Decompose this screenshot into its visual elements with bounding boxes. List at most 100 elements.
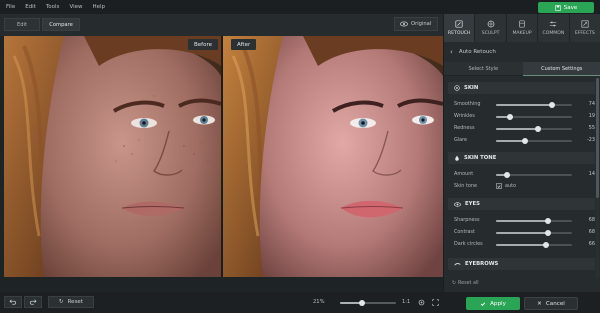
amount-track[interactable]	[496, 172, 572, 178]
redness-track[interactable]	[496, 126, 572, 132]
ratio-button[interactable]: 1:1	[402, 299, 410, 305]
auto-checkbox[interactable]: auto	[496, 183, 516, 189]
tab-sculpt[interactable]: SCULPT	[475, 14, 507, 42]
menu-edit[interactable]: Edit	[25, 4, 36, 10]
smoothing-label: Smoothing	[454, 101, 481, 107]
dark-circles-value: 66	[588, 241, 595, 247]
before-label: Before	[188, 39, 218, 50]
smoothing-knob[interactable]	[549, 102, 556, 108]
back-row[interactable]: ‹ Auto Retouch	[444, 46, 600, 58]
redness-fill	[496, 128, 538, 130]
reset-label: Reset	[67, 299, 83, 305]
tab-effects[interactable]: EFFECTS	[569, 14, 600, 42]
zoom-slider-knob[interactable]	[359, 300, 366, 306]
dark-circles-track[interactable]	[496, 242, 572, 248]
amount-value: 14	[588, 171, 595, 177]
effects-icon	[581, 20, 589, 28]
tab-edit[interactable]: Edit	[4, 18, 40, 31]
section-eyebrows[interactable]: EYEBROWS	[448, 258, 595, 270]
reset-icon: ↻	[59, 299, 64, 305]
section-eyes[interactable]: EYES	[448, 198, 595, 210]
dark-circles-fill	[496, 244, 547, 246]
apply-button[interactable]: Apply	[466, 297, 520, 310]
redness-label: Redness	[454, 125, 475, 131]
glare-slider[interactable]: Glare -23	[454, 136, 595, 145]
amount-slider[interactable]: Amount 14	[454, 170, 595, 179]
save-button[interactable]: Save	[538, 2, 594, 13]
redness-knob[interactable]	[534, 126, 541, 132]
amount-knob[interactable]	[503, 172, 510, 178]
undo-button[interactable]	[4, 296, 22, 308]
redness-value: 55	[588, 125, 595, 131]
chevron-left-icon[interactable]: ‹	[450, 48, 453, 56]
dark-circles-knob[interactable]	[543, 242, 550, 248]
tab-common[interactable]: COMMON	[538, 14, 570, 42]
panel-scrollbar[interactable]	[596, 78, 599, 278]
redness-slider[interactable]: Redness 55	[454, 124, 595, 133]
wrinkles-knob[interactable]	[507, 114, 514, 120]
tab-custom-settings[interactable]: Custom Settings	[522, 62, 600, 76]
section-eyebrows-title: EYEBROWS	[465, 261, 499, 267]
smoothing-value: 74	[588, 101, 595, 107]
tab-effects-label: EFFECTS	[574, 31, 595, 36]
menu-view[interactable]: View	[69, 4, 82, 10]
makeup-icon	[519, 20, 525, 28]
wrinkles-track[interactable]	[496, 114, 572, 120]
fit-screen-icon[interactable]	[432, 299, 439, 306]
sharpness-knob[interactable]	[544, 218, 551, 224]
panel-title: Auto Retouch	[458, 49, 496, 55]
retouch-icon	[455, 20, 463, 28]
eye-icon	[400, 21, 408, 27]
zoom-percent: 21%	[313, 299, 325, 305]
tab-compare[interactable]: Compare	[42, 18, 80, 31]
tab-select-style[interactable]: Select Style	[444, 62, 523, 76]
redo-icon	[30, 299, 37, 305]
wrinkles-value: 19	[588, 113, 595, 119]
tab-retouch[interactable]: RETOUCH	[444, 14, 476, 42]
section-skin-title: SKIN	[464, 85, 479, 91]
glare-knob[interactable]	[521, 138, 528, 144]
glare-track[interactable]	[496, 138, 572, 144]
menu-file[interactable]: File	[6, 4, 15, 10]
tool-tabs: RETOUCH SCULPT MAKEUP COMMON EFFECTS	[444, 14, 600, 42]
section-skin[interactable]: SKIN	[448, 82, 595, 94]
reset-all-icon: ↻	[452, 281, 457, 286]
smoothing-track[interactable]	[496, 102, 572, 108]
menu-tools[interactable]: Tools	[46, 4, 60, 10]
original-button[interactable]: Original	[394, 17, 438, 31]
wrinkles-slider[interactable]: Wrinkles 19	[454, 112, 595, 121]
after-panel[interactable]: After	[223, 36, 443, 277]
reset-all-link[interactable]: ↻ Reset all	[452, 281, 479, 286]
auto-checkbox-box[interactable]	[496, 183, 502, 189]
view-toolbar: Edit Compare Original	[0, 14, 443, 36]
redo-button[interactable]	[24, 296, 42, 308]
panel-scrollbar-thumb[interactable]	[596, 78, 599, 198]
section-skin-tone[interactable]: SKIN TONE	[448, 152, 595, 164]
smoothing-fill	[496, 104, 553, 106]
menu-help[interactable]: Help	[93, 4, 106, 10]
tab-makeup-label: MAKEUP	[512, 31, 532, 36]
contrast-track[interactable]	[496, 230, 572, 236]
zoom-slider[interactable]	[340, 300, 396, 306]
droplet-icon	[455, 155, 459, 161]
apply-label: Apply	[490, 300, 506, 307]
before-panel[interactable]: Before	[4, 36, 221, 277]
cancel-button[interactable]: ✕ Cancel	[524, 297, 578, 310]
tab-makeup[interactable]: MAKEUP	[506, 14, 539, 42]
dark-circles-slider[interactable]: Dark circles 66	[454, 240, 595, 249]
contrast-slider[interactable]: Contrast 68	[454, 228, 595, 237]
sharpness-slider[interactable]: Sharpness 68	[454, 216, 595, 225]
skin-tone-row: Skin tone auto	[454, 182, 595, 191]
pan-icon[interactable]	[418, 299, 425, 306]
contrast-knob[interactable]	[544, 230, 551, 236]
reset-button[interactable]: ↻ Reset	[48, 296, 94, 308]
sub-tabs: Select Style Custom Settings	[444, 62, 600, 76]
sculpt-icon	[487, 20, 495, 28]
menu-bar: File Edit Tools View Help Save	[0, 0, 600, 14]
smoothing-slider[interactable]: Smoothing 74	[454, 100, 595, 109]
sharpness-track[interactable]	[496, 218, 572, 224]
tab-retouch-label: RETOUCH	[447, 31, 471, 36]
glare-label: Glare	[454, 137, 468, 143]
contrast-value: 68	[588, 229, 595, 235]
after-photo	[223, 36, 443, 277]
